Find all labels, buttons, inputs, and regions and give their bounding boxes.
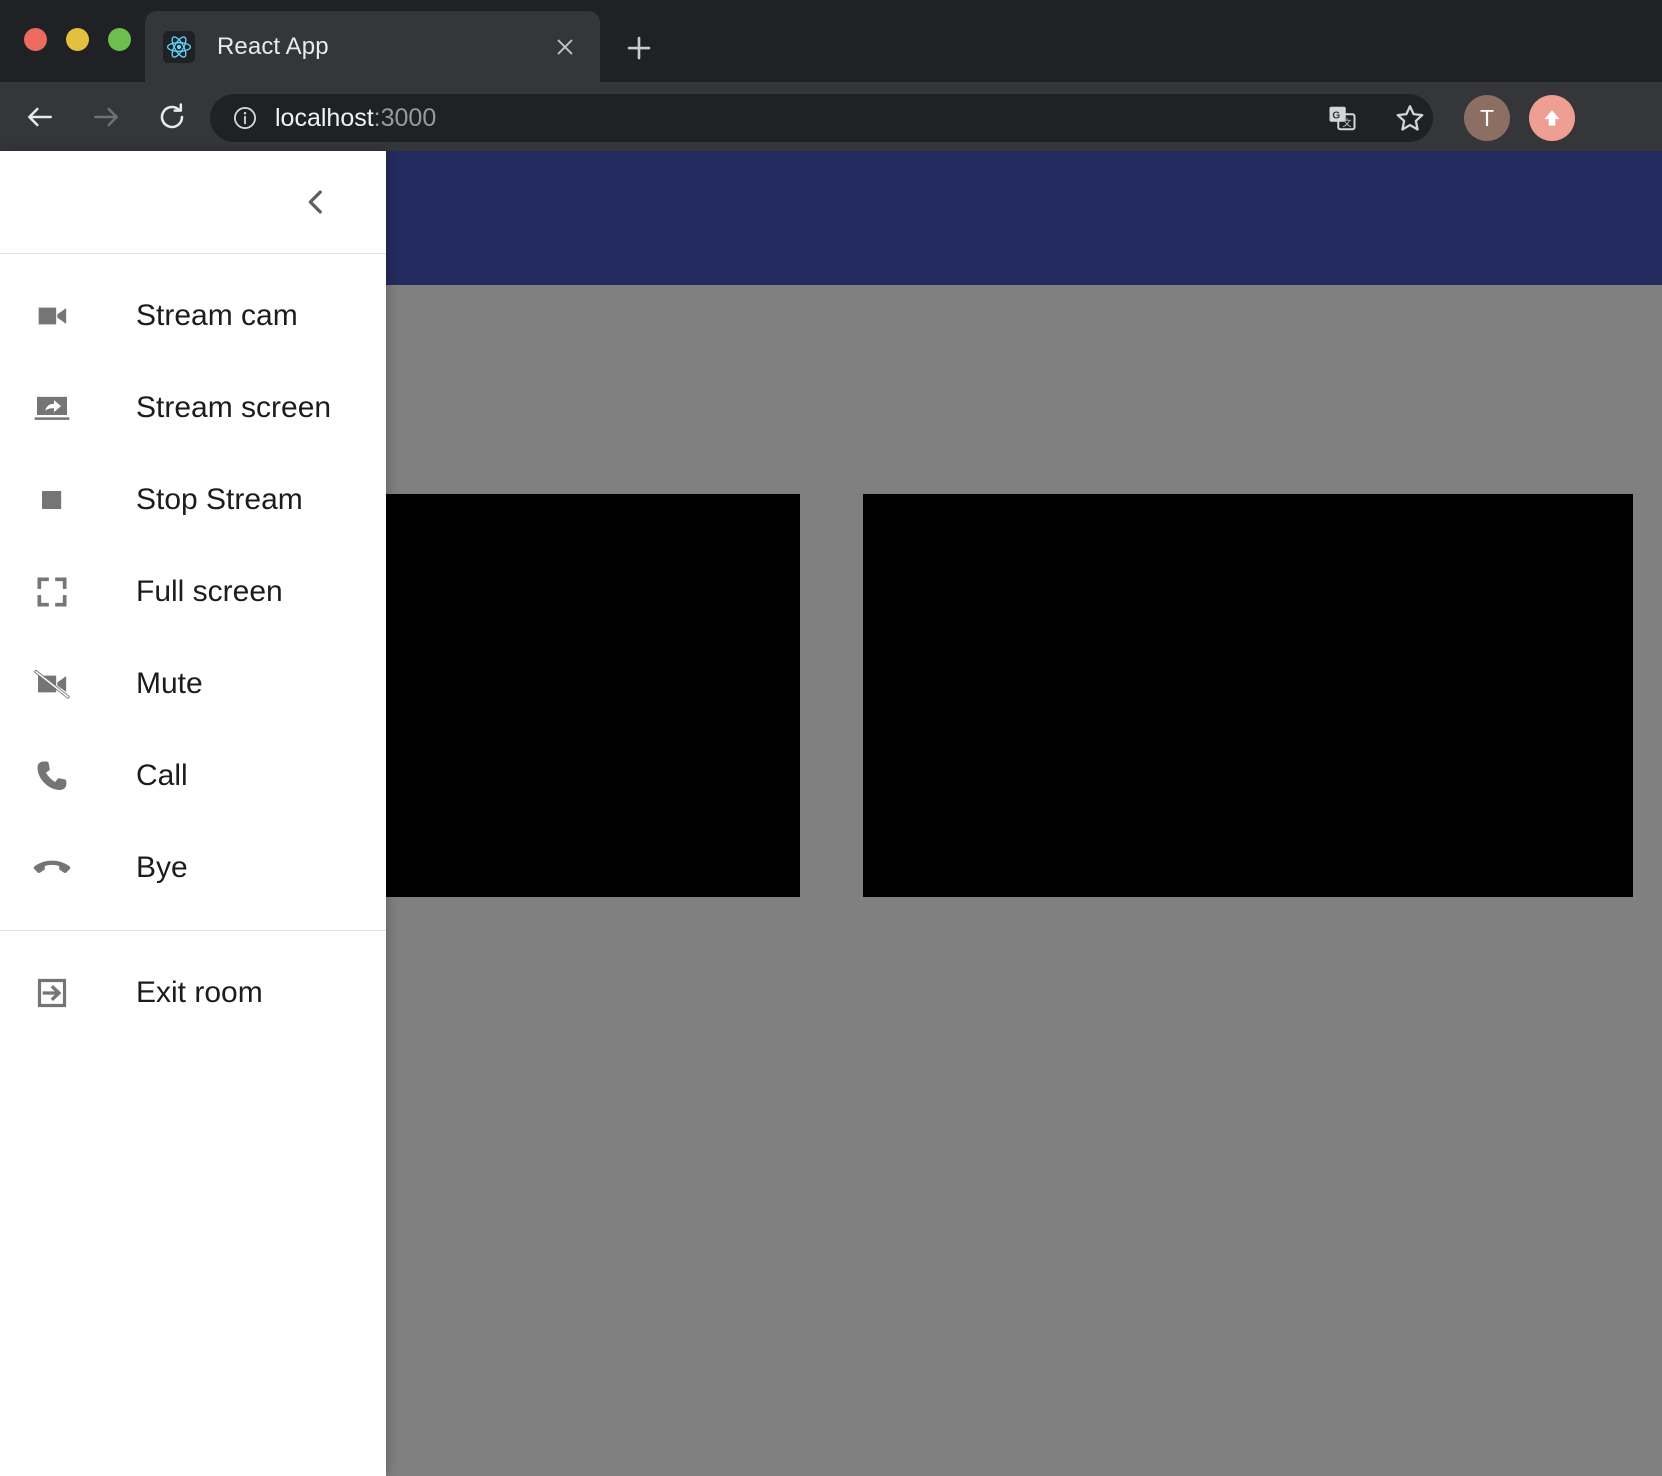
- star-outline-icon[interactable]: [1388, 96, 1432, 140]
- remote-video[interactable]: [863, 494, 1633, 897]
- window-maximize-button[interactable]: [108, 28, 131, 51]
- tab-title: React App: [217, 32, 329, 60]
- window-close-button[interactable]: [24, 28, 47, 51]
- arrow-right-icon: [80, 91, 132, 143]
- menu-item-label: Mute: [136, 667, 203, 700]
- translate-icon[interactable]: G 文: [1320, 96, 1364, 140]
- menu-item-stop-stream[interactable]: Stop Stream: [0, 454, 386, 546]
- browser-tab[interactable]: React App: [145, 11, 600, 82]
- avatar[interactable]: T: [1464, 95, 1510, 141]
- url-host: localhost: [275, 103, 374, 132]
- chevron-left-icon[interactable]: [290, 176, 342, 228]
- screenshot-root: React App localhost:3000 G 文 T Stream ca…: [0, 0, 1662, 1476]
- menu-item-label: Bye: [136, 851, 188, 884]
- react-logo-icon: [163, 30, 195, 63]
- update-button[interactable]: [1529, 95, 1575, 141]
- close-icon[interactable]: [548, 30, 582, 64]
- local-video[interactable]: [334, 494, 800, 897]
- url-port: :3000: [373, 103, 437, 132]
- window-minimize-button[interactable]: [66, 28, 89, 51]
- reload-icon[interactable]: [146, 91, 198, 143]
- drawer-menu-secondary: Exit room: [0, 931, 386, 1055]
- call-end-icon: [32, 848, 88, 888]
- menu-item-call[interactable]: Call: [0, 730, 386, 822]
- menu-item-mute[interactable]: Mute: [0, 638, 386, 730]
- url-text: localhost:3000: [275, 104, 436, 133]
- menu-item-label: Call: [136, 759, 188, 792]
- menu-item-exit-room[interactable]: Exit room: [0, 947, 386, 1039]
- browser-toolbar: localhost:3000 G 文 T: [0, 82, 1662, 151]
- videocam-off-icon: [32, 664, 88, 704]
- menu-item-label: Exit room: [136, 976, 263, 1009]
- menu-item-label: Stream cam: [136, 299, 298, 332]
- navigation-drawer: Stream cam Stream screen Stop Stream Ful…: [0, 151, 386, 1476]
- screen-share-icon: [32, 388, 88, 428]
- svg-text:G: G: [1332, 110, 1340, 121]
- menu-item-label: Full screen: [136, 575, 283, 608]
- plus-icon[interactable]: [615, 24, 663, 72]
- menu-item-bye[interactable]: Bye: [0, 822, 386, 914]
- window-controls: [24, 28, 131, 51]
- browser-chrome: React App localhost:3000 G 文 T: [0, 0, 1662, 151]
- fullscreen-icon: [32, 572, 88, 612]
- toolbar-actions: G 文: [1320, 96, 1432, 140]
- menu-item-stream-cam[interactable]: Stream cam: [0, 270, 386, 362]
- address-bar[interactable]: localhost:3000: [210, 94, 1433, 142]
- info-circle-icon[interactable]: [232, 105, 258, 131]
- drawer-menu-primary: Stream cam Stream screen Stop Stream Ful…: [0, 254, 386, 930]
- tab-strip: React App: [0, 0, 1662, 82]
- menu-item-label: Stop Stream: [136, 483, 303, 516]
- svg-text:文: 文: [1343, 117, 1352, 128]
- drawer-header: [0, 151, 386, 253]
- exit-to-app-icon: [32, 973, 88, 1013]
- avatar-initial: T: [1479, 104, 1495, 131]
- arrow-up-icon: [1544, 110, 1560, 126]
- stop-square-icon: [32, 480, 88, 520]
- arrow-left-icon[interactable]: [14, 91, 66, 143]
- menu-item-label: Stream screen: [136, 391, 332, 424]
- videocam-icon: [32, 296, 88, 336]
- phone-icon: [32, 756, 88, 796]
- menu-item-stream-screen[interactable]: Stream screen: [0, 362, 386, 454]
- menu-item-full-screen[interactable]: Full screen: [0, 546, 386, 638]
